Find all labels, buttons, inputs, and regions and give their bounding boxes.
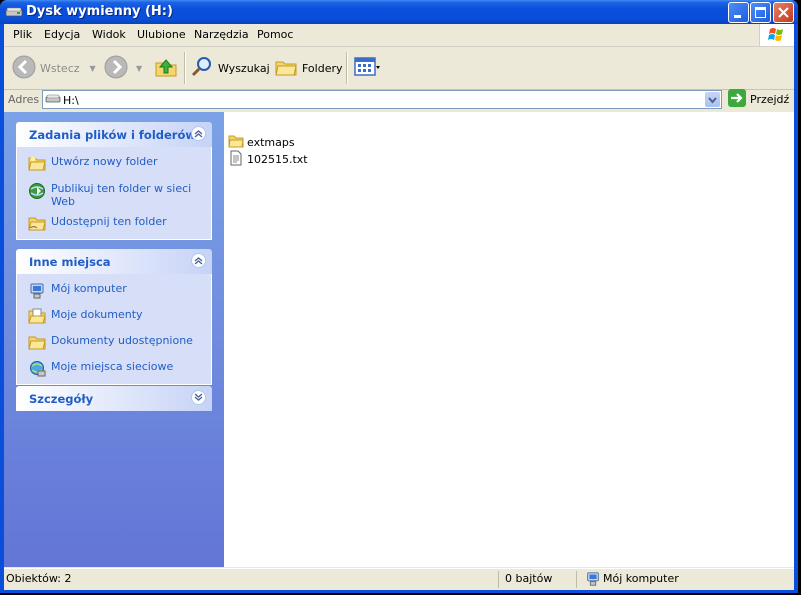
magnifier-icon	[190, 55, 214, 82]
place-label: Mój komputer	[51, 282, 127, 295]
panel-title: Szczegóły	[29, 392, 94, 406]
close-button[interactable]	[773, 2, 794, 23]
maximize-button[interactable]	[750, 2, 771, 23]
forward-dropdown-icon[interactable]: ▼	[136, 64, 142, 73]
status-location: Mój komputer	[603, 572, 679, 585]
task-publish-web[interactable]: Publikuj ten folder w sieci Web	[17, 182, 211, 208]
task-pane: Zadania plików i folderów Utwórz nowy fo…	[4, 112, 224, 567]
panel-header[interactable]: Szczegóły	[16, 386, 212, 411]
documents-icon	[28, 308, 46, 324]
back-dropdown-icon[interactable]: ▼	[90, 64, 96, 73]
folder-up-icon	[154, 55, 178, 82]
network-icon	[28, 360, 46, 377]
views-button[interactable]	[354, 53, 380, 83]
menu-bar: Plik Edycja Widok Ulubione Narzędzia Pom…	[4, 24, 794, 47]
file-folder-tasks-panel: Zadania plików i folderów Utwórz nowy fo…	[16, 122, 212, 240]
search-label: Wyszukaj	[218, 61, 270, 75]
expand-icon[interactable]	[191, 390, 206, 405]
menu-edycja[interactable]: Edycja	[44, 28, 80, 41]
place-my-documents[interactable]: Moje dokumenty	[17, 308, 211, 328]
menu-widok[interactable]: Widok	[92, 28, 126, 41]
windows-logo-icon	[759, 24, 794, 46]
folder-icon	[228, 134, 244, 151]
panel-body: Utwórz nowy folder Publikuj ten folder w…	[16, 147, 212, 240]
collapse-icon[interactable]	[191, 253, 206, 268]
file-item-folder[interactable]: extmaps	[228, 134, 295, 150]
panel-body: Mój komputer Moje dokumenty Dokumenty ud…	[16, 274, 212, 385]
file-name: 102515.txt	[247, 152, 308, 166]
other-places-panel: Inne miejsca Mój komputer Moje dokumenty…	[16, 249, 212, 385]
folder-icon	[28, 334, 46, 350]
up-button[interactable]	[154, 53, 178, 83]
place-shared-documents[interactable]: Dokumenty udostępnione	[17, 334, 211, 354]
file-name: extmaps	[247, 135, 295, 149]
explorer-window: Dysk wymienny (H:) Plik Edycja Widok Ulu…	[0, 0, 798, 593]
window-title: Dysk wymienny (H:)	[26, 4, 173, 19]
window-client: Plik Edycja Widok Ulubione Narzędzia Pom…	[4, 24, 794, 590]
back-arrow-icon	[12, 55, 36, 82]
minimize-button[interactable]	[728, 2, 749, 23]
go-label: Przejdź	[750, 93, 790, 106]
back-button[interactable]: Wstecz ▼	[12, 53, 96, 83]
file-list[interactable]: extmaps 102515.txt	[224, 112, 794, 567]
menu-plik[interactable]: Plik	[13, 28, 32, 41]
panel-title: Inne miejsca	[29, 255, 111, 269]
task-share-folder[interactable]: Udostępnij ten folder	[17, 215, 211, 235]
computer-icon	[28, 282, 46, 299]
views-icon	[354, 56, 380, 81]
toolbar-separator	[184, 52, 186, 84]
new-folder-icon	[28, 155, 46, 171]
computer-icon	[585, 571, 601, 590]
address-bar: Adres H:\ Przejdź	[4, 89, 794, 110]
status-bar: Obiektów: 2 0 bajtów Mój komputer	[4, 568, 794, 590]
task-label: Udostępnij ten folder	[51, 215, 167, 228]
drive-icon	[45, 93, 61, 108]
address-dropdown-icon[interactable]	[705, 92, 720, 107]
task-label: Utwórz nowy folder	[51, 155, 158, 168]
collapse-icon[interactable]	[191, 126, 206, 141]
file-item-text[interactable]: 102515.txt	[228, 150, 308, 169]
address-label: Adres	[8, 93, 40, 106]
place-label: Moje miejsca sieciowe	[51, 360, 174, 373]
toolbar: Wstecz ▼ ▼ Wyszukaj Foldery	[4, 47, 794, 90]
search-button[interactable]: Wyszukaj	[190, 53, 270, 83]
share-folder-icon	[28, 215, 46, 231]
drive-icon	[5, 5, 23, 19]
panel-header[interactable]: Zadania plików i folderów	[16, 122, 212, 147]
task-new-folder[interactable]: Utwórz nowy folder	[17, 155, 211, 175]
details-panel: Szczegóły	[16, 386, 212, 411]
title-bar[interactable]: Dysk wymienny (H:)	[0, 0, 798, 24]
menu-narzedzia[interactable]: Narzędzia	[194, 28, 249, 41]
task-label: Publikuj ten folder w sieci Web	[51, 182, 192, 208]
toolbar-separator	[346, 52, 348, 84]
address-input[interactable]: H:\	[42, 90, 722, 109]
menu-pomoc[interactable]: Pomoc	[257, 28, 293, 41]
panel-title: Zadania plików i folderów	[29, 128, 196, 142]
place-label: Dokumenty udostępnione	[51, 334, 193, 347]
forward-arrow-icon	[104, 55, 128, 82]
status-size: 0 bajtów	[505, 572, 553, 585]
back-label: Wstecz	[40, 61, 80, 75]
go-button[interactable]: Przejdź	[728, 89, 790, 110]
place-my-computer[interactable]: Mój komputer	[17, 282, 211, 302]
status-object-count: Obiektów: 2	[6, 572, 72, 585]
status-location-cell: Mój komputer	[576, 571, 790, 588]
place-network-places[interactable]: Moje miejsca sieciowe	[17, 360, 211, 380]
text-file-icon	[228, 150, 244, 169]
place-label: Moje dokumenty	[51, 308, 143, 321]
folders-button[interactable]: Foldery	[274, 53, 343, 83]
forward-button[interactable]: ▼	[104, 53, 142, 83]
go-arrow-icon	[728, 89, 746, 110]
folders-icon	[274, 55, 298, 82]
folders-label: Foldery	[302, 61, 343, 75]
status-size-cell: 0 bajtów	[498, 571, 576, 588]
panel-header[interactable]: Inne miejsca	[16, 249, 212, 274]
address-value: H:\	[63, 94, 79, 107]
menu-ulubione[interactable]: Ulubione	[137, 28, 186, 41]
globe-icon	[28, 182, 46, 199]
